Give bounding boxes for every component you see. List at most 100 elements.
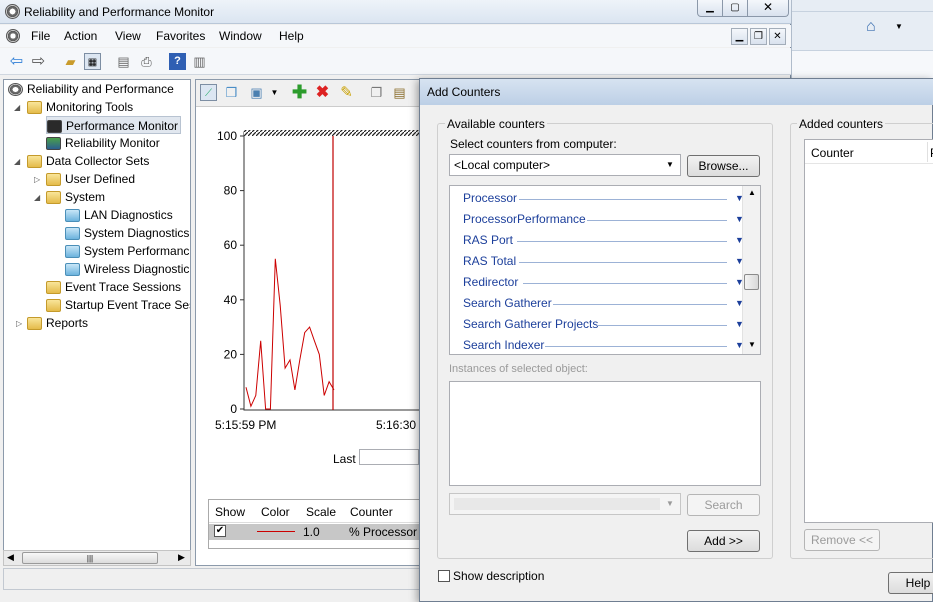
folder-icon <box>46 281 61 295</box>
counter-item[interactable]: ProcessorPerformance ▼ <box>463 209 744 230</box>
tree-user-defined[interactable]: User Defined <box>46 170 135 188</box>
counter-label: RAS Port <box>463 233 514 247</box>
collector-icon <box>65 245 80 259</box>
select-computer-label: Select counters from computer: <box>450 137 617 151</box>
show-hide-tree-icon[interactable]: ▦ <box>84 53 101 70</box>
change-graph-type-icon[interactable]: ▣ <box>248 84 265 101</box>
x-tick-start: 5:15:59 PM <box>215 418 277 432</box>
tree-reliability-monitor[interactable]: Reliability Monitor <box>46 134 160 152</box>
tree-data-collector-sets[interactable]: Data Collector Sets <box>27 152 149 170</box>
y-tick-label: 40 <box>224 293 238 307</box>
help-button[interactable]: Help <box>888 572 933 594</box>
legend-header-show[interactable]: Show <box>215 505 245 519</box>
counter-item[interactable]: Search Indexer ▼ <box>463 335 744 354</box>
close-button[interactable]: ✕ <box>747 0 789 17</box>
tree-reports[interactable]: Reports <box>27 314 88 332</box>
mmc-icon <box>6 29 20 43</box>
computer-select[interactable]: <Local computer> ▼ <box>449 154 681 176</box>
tree-system[interactable]: System <box>46 188 105 206</box>
counter-item[interactable]: Search Gatherer ▼ <box>463 293 744 314</box>
counter-label: ProcessorPerformance <box>463 212 586 226</box>
tree-monitoring-tools[interactable]: Monitoring Tools <box>27 98 133 116</box>
help-icon[interactable]: ? <box>169 53 186 70</box>
legend-header-color[interactable]: Color <box>261 505 290 519</box>
search-button[interactable]: Search <box>687 494 760 516</box>
child-restore-button[interactable]: ❐ <box>750 28 767 45</box>
menu-file[interactable]: File <box>31 29 50 43</box>
scroll-up-icon[interactable]: ▲ <box>748 188 756 197</box>
maximize-button[interactable]: ▢ <box>722 0 748 17</box>
user-folder-icon <box>46 173 61 187</box>
tree-system-performance[interactable]: System Performanc <box>65 242 189 260</box>
view-graph-icon[interactable]: ⟋ <box>200 84 217 101</box>
tree-root[interactable]: Reliability and Performance <box>8 80 174 98</box>
tree-event-trace-sessions[interactable]: Event Trace Sessions <box>46 278 181 296</box>
chevron-down-icon[interactable]: ▼ <box>266 84 283 101</box>
browse-button[interactable]: Browse... <box>687 155 760 177</box>
legend-header-scale[interactable]: Scale <box>306 505 336 519</box>
dialog-title-bar: Add Counters <box>420 79 933 105</box>
expand-icon[interactable]: ▷ <box>34 175 40 184</box>
tree-startup-event-trace[interactable]: Startup Event Trace Ses <box>46 296 190 314</box>
remove-button[interactable]: Remove << <box>804 529 880 551</box>
collapse-icon[interactable]: ◢ <box>34 193 40 202</box>
menu-view[interactable]: View <box>115 29 141 43</box>
print-icon[interactable]: ⎙ <box>138 53 155 70</box>
scroll-thumb[interactable] <box>744 274 759 290</box>
reliability-chart-icon <box>46 137 61 151</box>
scroll-right-icon[interactable]: ▶ <box>178 552 185 563</box>
add-button[interactable]: Add >> <box>687 530 760 552</box>
show-description-checkbox[interactable] <box>438 570 450 582</box>
tree-label: Data Collector Sets <box>46 154 150 168</box>
paste-counter-list-icon[interactable]: ▤ <box>391 84 408 101</box>
child-minimize-button[interactable]: ▁ <box>731 28 748 45</box>
scroll-down-icon[interactable]: ▼ <box>748 340 756 349</box>
added-counters-list[interactable]: Counter P <box>804 139 933 523</box>
added-header-counter[interactable]: Counter <box>811 146 854 160</box>
scroll-left-icon[interactable]: ◀ <box>7 552 14 563</box>
counter-list-scrollbar[interactable]: ▲ ▼ <box>742 186 760 354</box>
child-close-button[interactable]: ✕ <box>769 28 786 45</box>
properties-icon[interactable]: ▤ <box>115 53 132 70</box>
counter-item[interactable]: RAS Total ▼ <box>463 251 744 272</box>
graph-plot-area <box>243 131 436 411</box>
tree-system-diagnostics[interactable]: System Diagnostics <box>65 224 189 242</box>
scroll-thumb[interactable]: ||| <box>22 552 158 564</box>
minimize-button[interactable]: ▁ <box>697 0 723 17</box>
tree-lan-diagnostics[interactable]: LAN Diagnostics <box>65 206 173 224</box>
tree-label: Event Trace Sessions <box>65 280 182 294</box>
legend-row[interactable]: ✔ 1.0 % Processor T <box>209 524 427 540</box>
action-pane-icon[interactable]: ▥ <box>191 53 208 70</box>
chevron-down-icon[interactable]: ▼ <box>895 22 903 31</box>
show-checkbox[interactable]: ✔ <box>214 525 226 537</box>
collapse-icon[interactable]: ◢ <box>14 157 20 166</box>
highlight-icon[interactable]: ✎ <box>338 84 355 101</box>
tree-wireless-diagnostics[interactable]: Wireless Diagnostic <box>65 260 189 278</box>
freeze-display-icon[interactable]: ❒ <box>223 84 240 101</box>
up-folder-icon[interactable]: ▰ <box>62 53 79 70</box>
home-icon[interactable]: ⌂ <box>866 18 876 36</box>
menu-help[interactable]: Help <box>279 29 304 43</box>
menu-favorites[interactable]: Favorites <box>156 29 205 43</box>
delete-counter-icon[interactable]: ✖ <box>314 84 331 101</box>
collapse-icon[interactable]: ◢ <box>14 103 20 112</box>
y-tick-label: 0 <box>230 402 237 416</box>
counter-item[interactable]: Search Gatherer Projects ▼ <box>463 314 744 335</box>
counter-item[interactable]: Redirector ▼ <box>463 272 744 293</box>
tree-horizontal-scrollbar[interactable]: ◀ ||| ▶ <box>3 550 191 566</box>
forward-arrow-icon[interactable]: ⇨ <box>30 53 47 70</box>
copy-properties-icon[interactable]: ❐ <box>368 84 385 101</box>
legend-header-counter[interactable]: Counter <box>350 505 393 519</box>
tree-label: Performance Monitor <box>66 119 179 133</box>
tree-performance-monitor[interactable]: Performance Monitor <box>46 116 182 134</box>
menu-action[interactable]: Action <box>64 29 97 43</box>
counter-item[interactable]: RAS Port ▼ <box>463 230 744 251</box>
chevron-down-icon: ▼ <box>666 499 674 508</box>
counter-item[interactable]: Processor ▼ <box>463 188 744 209</box>
add-counter-icon[interactable]: ✚ <box>291 83 308 101</box>
tree-label: System Performanc <box>84 244 190 258</box>
menu-window[interactable]: Window <box>219 29 262 43</box>
instances-list[interactable] <box>449 381 761 486</box>
expand-icon[interactable]: ▷ <box>16 319 22 328</box>
back-arrow-icon[interactable]: ⇦ <box>8 53 25 70</box>
